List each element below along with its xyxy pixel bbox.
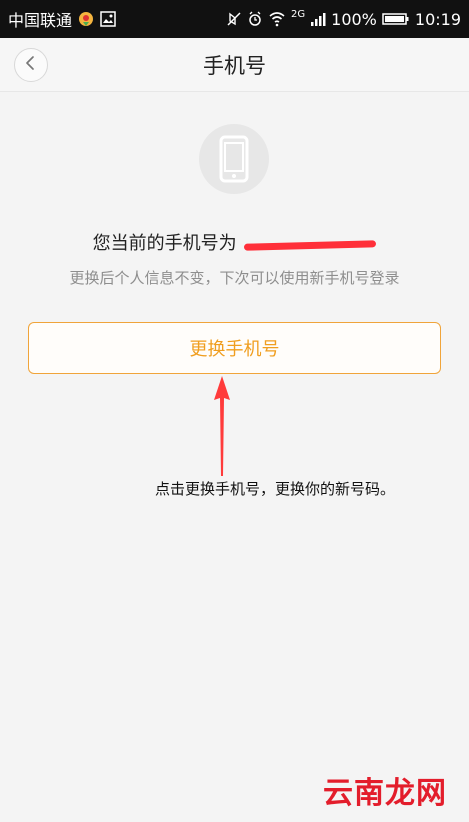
annotation-arrow xyxy=(214,376,230,476)
status-time: 10:19 xyxy=(414,9,461,29)
alarm-icon xyxy=(247,11,263,27)
redaction-mark xyxy=(244,240,377,251)
status-left: 中国联通 xyxy=(8,7,116,31)
signal-icon xyxy=(310,11,326,27)
carrier-name: 中国联通 xyxy=(8,11,73,30)
phone-change-description: 更换后个人信息不变，下次可以使用新手机号登录 xyxy=(69,269,400,287)
change-phone-button-label: 更换手机号 xyxy=(189,339,280,360)
page-title: 手机号 xyxy=(203,54,266,78)
current-phone-line: 您当前的手机号为 xyxy=(0,229,469,255)
watermark-text: 云南龙网 xyxy=(323,776,447,811)
status-right: 2G 100% 10:19 xyxy=(226,8,461,29)
battery-percent: 100% xyxy=(331,9,377,29)
phone-illustration xyxy=(199,124,269,194)
masked-phone-number xyxy=(244,233,377,255)
wifi-icon xyxy=(268,11,286,27)
network-type: 2G xyxy=(291,8,306,20)
silent-mode-icon xyxy=(226,11,242,27)
battery-icon xyxy=(382,12,410,26)
mobile-phone-icon xyxy=(219,135,249,183)
annotation-text: 点击更换手机号，更换你的新号码。 xyxy=(155,480,396,498)
change-phone-button[interactable]: 更换手机号 xyxy=(28,322,441,374)
location-icon xyxy=(78,11,94,27)
image-icon xyxy=(100,11,116,27)
current-phone-prefix: 您当前的手机号为 xyxy=(92,233,237,254)
status-bar: 中国联通 2G 100% 10:19 xyxy=(0,0,469,38)
navigation-bar: 手机号 xyxy=(0,38,469,92)
